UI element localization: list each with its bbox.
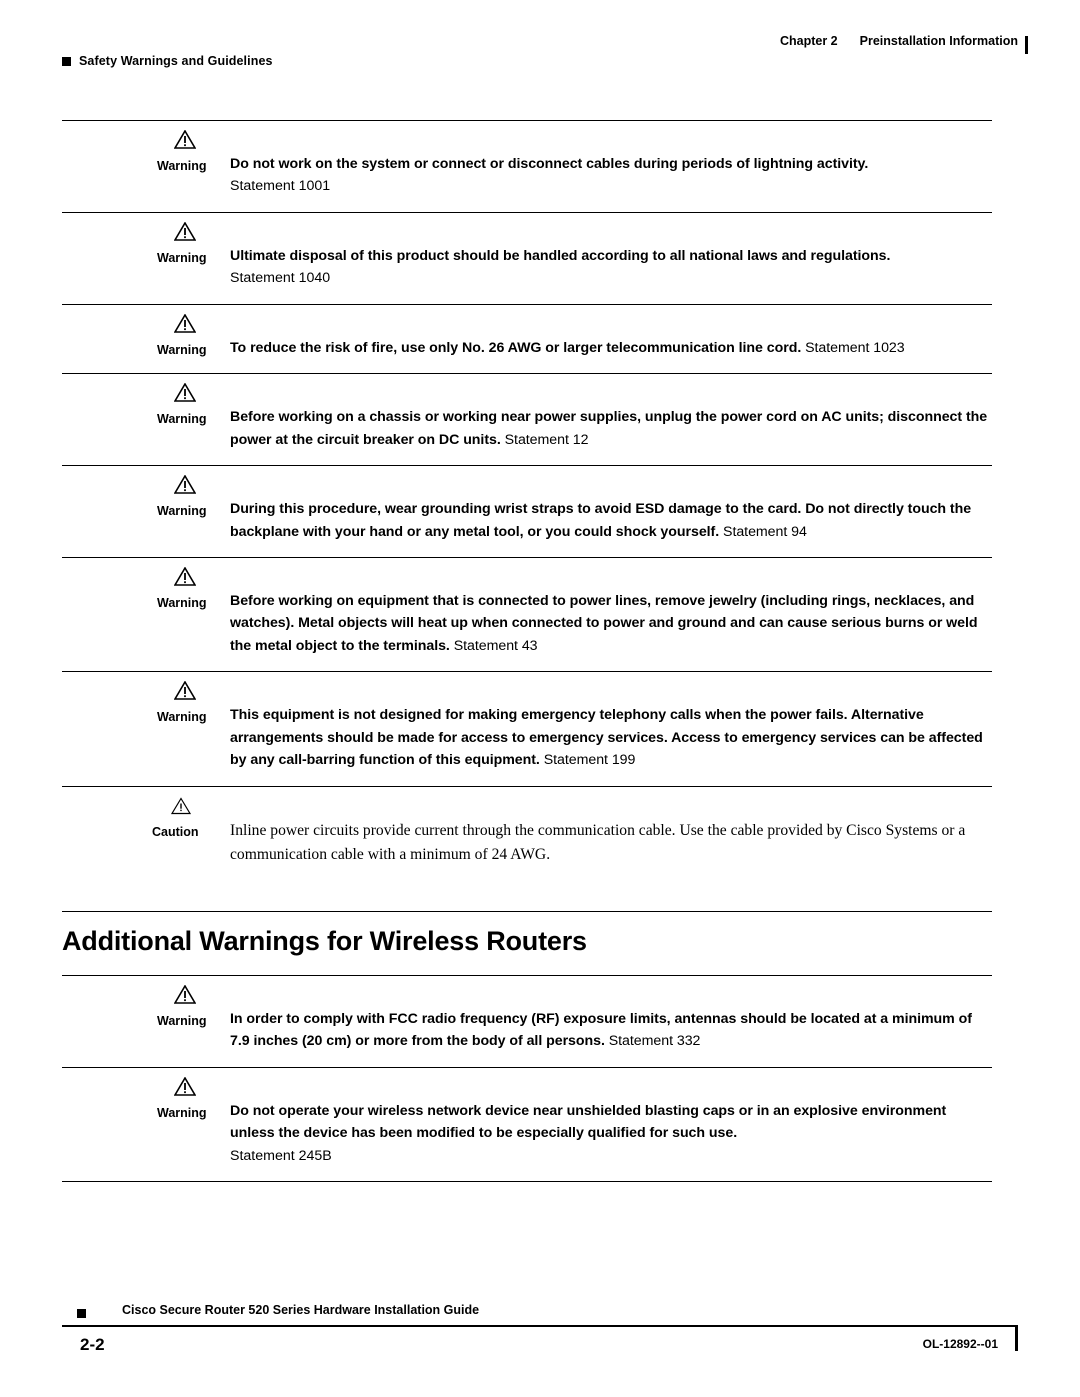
warning-statement: Statement 332 xyxy=(608,1033,701,1050)
page-title: Additional Warnings for Wireless Routers xyxy=(62,910,992,957)
section-heading-wrap: Additional Warnings for Wireless Routers xyxy=(62,910,992,957)
warning-text-column: Before working on equipment that is conn… xyxy=(230,558,992,657)
header-section-label: Safety Warnings and Guidelines xyxy=(79,54,273,68)
warning-label: Warning xyxy=(157,342,207,357)
warning-block: Warning Before working on equipment that… xyxy=(62,556,992,671)
warning-text-column: Do not work on the system or connect or … xyxy=(230,121,992,198)
warning-text-column: During this procedure, wear grounding wr… xyxy=(230,466,992,543)
header-chapter-title: Preinstallation Information xyxy=(859,34,1018,48)
warning-text: Do not operate your wireless network dev… xyxy=(230,1102,947,1142)
warning-block: Warning During this procedure, wear grou… xyxy=(62,465,992,557)
warning-label-column: Warning xyxy=(62,1068,230,1120)
content-bottom-rule xyxy=(62,1181,992,1183)
warning-label: Warning xyxy=(157,504,207,519)
warning-text-column: Before working on a chassis or working n… xyxy=(230,374,992,451)
caution-label: Caution xyxy=(152,824,199,839)
warning-text-column: Do not operate your wireless network dev… xyxy=(230,1068,992,1167)
warning-label-column: Warning xyxy=(62,374,230,426)
warning-triangle-icon xyxy=(173,1076,197,1096)
footer-document-title: Cisco Secure Router 520 Series Hardware … xyxy=(122,1303,480,1317)
warning-text-column: In order to comply with FCC radio freque… xyxy=(230,976,992,1053)
warning-block: Warning This equipment is not designed f… xyxy=(62,671,992,785)
warning-text: Ultimate disposal of this product should… xyxy=(230,247,891,264)
page-content: Warning Do not work on the system or con… xyxy=(62,120,992,1183)
warning-triangle-icon xyxy=(173,984,197,1004)
page-header: Safety Warnings and Guidelines Chapter 2… xyxy=(62,34,1028,76)
warning-statement: Statement 43 xyxy=(453,637,538,654)
warning-statement: Statement 94 xyxy=(723,523,807,540)
warning-triangle-icon xyxy=(173,313,197,333)
caution-triangle-icon xyxy=(170,796,192,814)
header-right: Chapter 2 Preinstallation Information xyxy=(779,34,1028,54)
bullet-square-icon xyxy=(62,56,71,66)
warning-label: Warning xyxy=(157,710,207,725)
footer-rule xyxy=(62,1325,1018,1327)
page-footer: Cisco Secure Router 520 Series Hardware … xyxy=(62,1303,1018,1354)
footer-page-number: 2-2 xyxy=(80,1335,105,1354)
bullet-square-icon xyxy=(77,1309,86,1318)
warning-triangle-icon xyxy=(173,382,197,402)
warning-label-column: Warning xyxy=(62,305,230,357)
warning-label-column: Warning xyxy=(62,976,230,1028)
document-page: Safety Warnings and Guidelines Chapter 2… xyxy=(0,0,1080,1397)
warning-label: Warning xyxy=(157,412,207,427)
warning-block: Warning Ultimate disposal of this produc… xyxy=(62,211,992,304)
warning-triangle-icon xyxy=(173,129,197,149)
footer-document-id: OL-12892--01 xyxy=(922,1337,998,1351)
warning-text: Before working on equipment that is conn… xyxy=(230,592,978,654)
warning-statement: Statement 199 xyxy=(543,752,636,769)
warning-label-column: Warning xyxy=(62,121,230,173)
warning-label: Warning xyxy=(157,1013,207,1028)
warning-block: Warning Before working on a chassis or w… xyxy=(62,373,992,465)
warning-text-column: To reduce the risk of fire, use only No.… xyxy=(230,305,992,359)
warning-statement: Statement 1001 xyxy=(230,178,331,195)
warning-text: Before working on a chassis or working n… xyxy=(230,409,988,448)
warning-statement: Statement 245B xyxy=(230,1147,332,1164)
warning-block: Warning In order to comply with FCC radi… xyxy=(62,974,992,1067)
warning-block: Warning Do not work on the system or con… xyxy=(62,120,992,212)
warning-label-column: Warning xyxy=(62,672,230,724)
header-left: Safety Warnings and Guidelines xyxy=(62,54,273,68)
warning-triangle-icon xyxy=(173,680,197,701)
warning-statement: Statement 12 xyxy=(504,431,589,448)
warning-label: Warning xyxy=(157,1105,207,1120)
warning-block: Warning To reduce the risk of fire, use … xyxy=(62,303,992,373)
warning-label-column: Warning xyxy=(62,466,230,518)
caution-text-column: Inline power circuits provide current th… xyxy=(230,787,992,867)
caution-block: Caution Inline power circuits provide cu… xyxy=(62,785,992,881)
warning-text: During this procedure, wear grounding wr… xyxy=(230,501,972,540)
warning-label-column: Warning xyxy=(62,558,230,610)
header-edge-rule xyxy=(1025,36,1028,54)
warning-triangle-icon xyxy=(173,474,197,494)
warning-text: In order to comply with FCC radio freque… xyxy=(230,1010,972,1050)
caution-label-column: Caution xyxy=(62,787,230,839)
warning-text: To reduce the risk of fire, use only No.… xyxy=(230,339,802,356)
warning-label: Warning xyxy=(157,159,207,173)
warning-statement: Statement 1040 xyxy=(230,270,331,287)
footer-edge-rule xyxy=(1015,1327,1018,1351)
warning-label: Warning xyxy=(157,595,207,610)
warning-text: Do not work on the system or connect or … xyxy=(230,156,869,172)
warning-block: Warning Do not operate your wireless net… xyxy=(62,1066,992,1181)
warning-triangle-icon xyxy=(173,221,197,241)
caution-text: Inline power circuits provide current th… xyxy=(230,821,966,863)
warning-label-column: Warning xyxy=(62,213,230,265)
warning-label: Warning xyxy=(157,250,207,265)
warning-triangle-icon xyxy=(173,566,197,586)
warning-statement: Statement 1023 xyxy=(805,339,905,356)
header-chapter-number: Chapter 2 xyxy=(779,34,838,48)
warning-text-column: Ultimate disposal of this product should… xyxy=(230,213,992,290)
warning-text-column: This equipment is not designed for makin… xyxy=(230,672,992,771)
